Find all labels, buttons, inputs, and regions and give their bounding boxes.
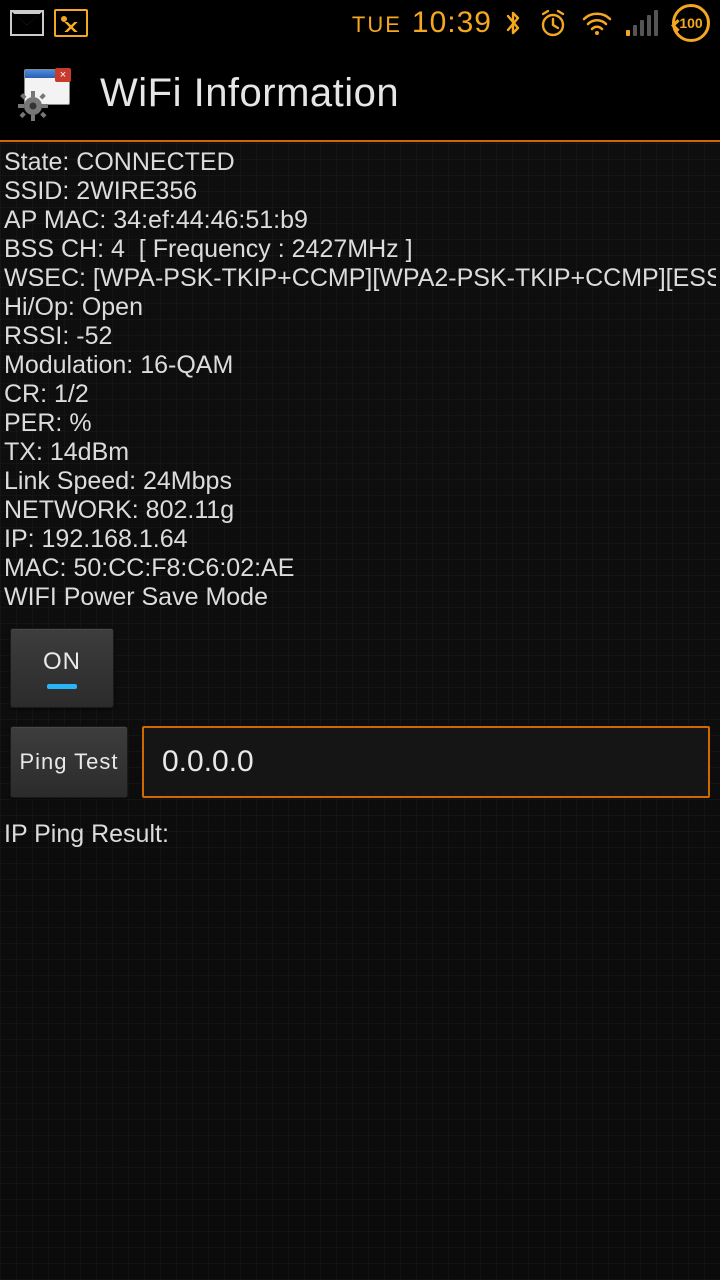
ping-address-input[interactable]: [142, 726, 710, 798]
app-icon: ×: [18, 65, 76, 121]
row-hiop: Hi/Op: Open: [4, 293, 716, 322]
bluetooth-icon: [502, 8, 524, 38]
status-time-text: 10:39: [412, 6, 492, 40]
status-clock: TUE 10:39: [352, 6, 492, 40]
row-bssch: BSS CH: 4 [ Frequency : 2427MHz ]: [4, 235, 716, 264]
app-title-bar: × WiFi Information: [0, 46, 720, 142]
cellular-signal-icon: [626, 10, 658, 36]
wifi-icon: [582, 11, 612, 35]
row-wsec: WSEC: [WPA-PSK-TKIP+CCMP][WPA2-PSK-TKIP+…: [4, 264, 716, 293]
row-ssid: SSID: 2WIRE356: [4, 177, 716, 206]
power-save-toggle[interactable]: ON: [10, 628, 114, 708]
row-cr: CR: 1/2: [4, 380, 716, 409]
power-save-toggle-label: ON: [43, 648, 81, 676]
row-mod: Modulation: 16-QAM: [4, 351, 716, 380]
status-bar: TUE 10:39 100: [0, 0, 720, 46]
row-psm: WIFI Power Save Mode: [4, 583, 716, 612]
row-per: PER: %: [4, 409, 716, 438]
row-rssi: RSSI: -52: [4, 322, 716, 351]
battery-percent: 100: [679, 15, 702, 31]
gallery-icon: [54, 9, 88, 37]
gear-icon: [18, 91, 48, 121]
row-tx: TX: 14dBm: [4, 438, 716, 467]
battery-icon: 100: [672, 4, 710, 42]
row-state: State: CONNECTED: [4, 148, 716, 177]
row-ip: IP: 192.168.1.64: [4, 525, 716, 554]
ping-result-label: IP Ping Result:: [4, 820, 169, 848]
ping-test-button[interactable]: Ping Test: [10, 726, 128, 798]
wifi-info-block: State: CONNECTED SSID: 2WIRE356 AP MAC: …: [0, 142, 720, 620]
ping-result-row: IP Ping Result:: [0, 806, 720, 863]
ping-test-button-label: Ping Test: [19, 749, 118, 775]
page-title: WiFi Information: [100, 71, 399, 116]
toggle-indicator: [47, 684, 77, 689]
row-linkspeed: Link Speed: 24Mbps: [4, 467, 716, 496]
row-apmac: AP MAC: 34:ef:44:46:51:b9: [4, 206, 716, 235]
alarm-icon: [538, 8, 568, 38]
gmail-icon: [10, 10, 44, 36]
row-network: NETWORK: 802.11g: [4, 496, 716, 525]
status-day: TUE: [352, 12, 406, 38]
row-mac: MAC: 50:CC:F8:C6:02:AE: [4, 554, 716, 583]
